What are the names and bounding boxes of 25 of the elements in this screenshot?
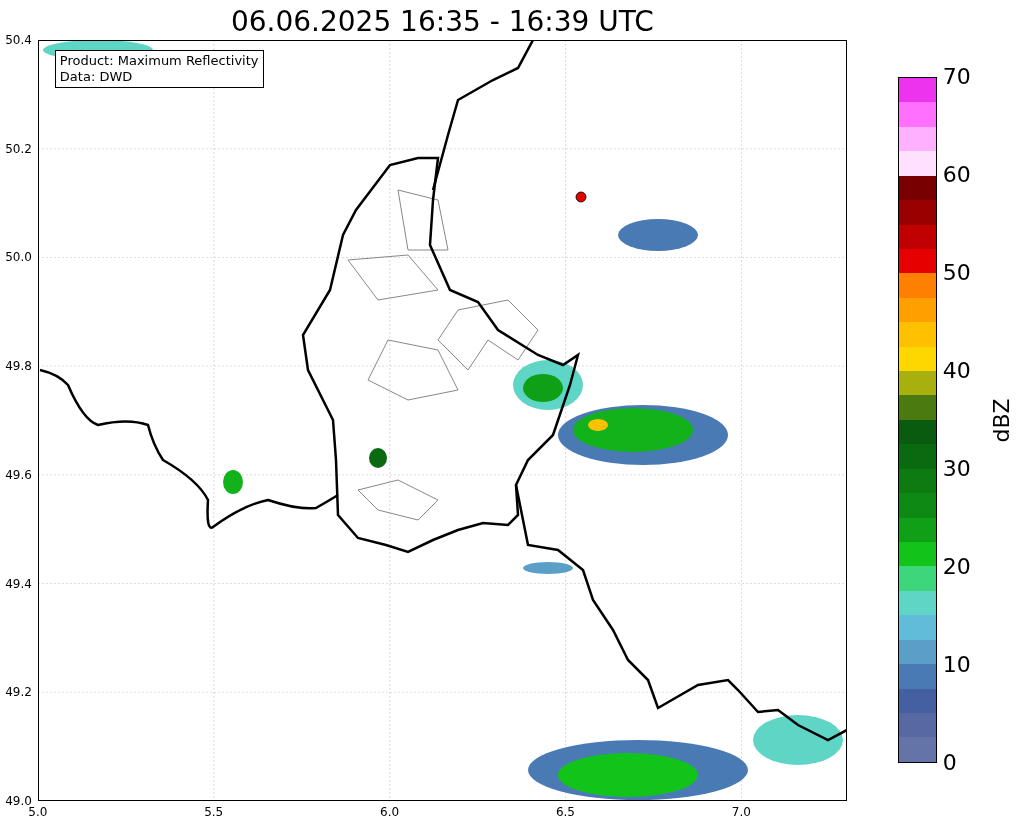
chart-title: 06.06.2025 16:35 - 16:39 UTC bbox=[229, 4, 655, 40]
x-axis-tick-label: 6.5 bbox=[555, 805, 575, 819]
info-text: Data: DWD bbox=[59, 69, 134, 85]
x-axis-tick-label: 5.5 bbox=[204, 805, 224, 819]
info-text: Product: Maximum Reflectivity bbox=[59, 53, 259, 69]
x-axis-tick-label: 5.0 bbox=[28, 805, 48, 819]
y-axis-tick-label: 50.2 bbox=[5, 141, 33, 156]
colorbar-tick-label: 10 bbox=[941, 653, 971, 677]
colorbar-tick-label: 0 bbox=[941, 751, 958, 775]
y-axis-tick-label: 49.6 bbox=[5, 467, 33, 482]
colorbar-label: dBZ bbox=[988, 397, 1014, 443]
colorbar-tick-label: 30 bbox=[941, 457, 971, 481]
y-axis-tick-label: 49.4 bbox=[5, 576, 33, 591]
x-axis-tick-label: 7.0 bbox=[731, 805, 751, 819]
x-axis-tick-label: 6.0 bbox=[380, 805, 400, 819]
colorbar-tick-label: 20 bbox=[941, 555, 971, 579]
colorbar-tick-label: 40 bbox=[941, 359, 971, 383]
colorbar-tick-label: 60 bbox=[941, 163, 971, 187]
colorbar-tick-label: 50 bbox=[941, 261, 971, 285]
y-axis-tick-label: 49.0 bbox=[5, 793, 32, 808]
y-axis-tick-label: 50.0 bbox=[5, 250, 33, 265]
y-axis-tick-label: 50.4 bbox=[5, 33, 33, 47]
y-axis-tick-label: 49.2 bbox=[5, 685, 33, 700]
y-axis-tick-label: 49.8 bbox=[5, 359, 33, 374]
colorbar-tick-label: 70 bbox=[941, 65, 971, 89]
